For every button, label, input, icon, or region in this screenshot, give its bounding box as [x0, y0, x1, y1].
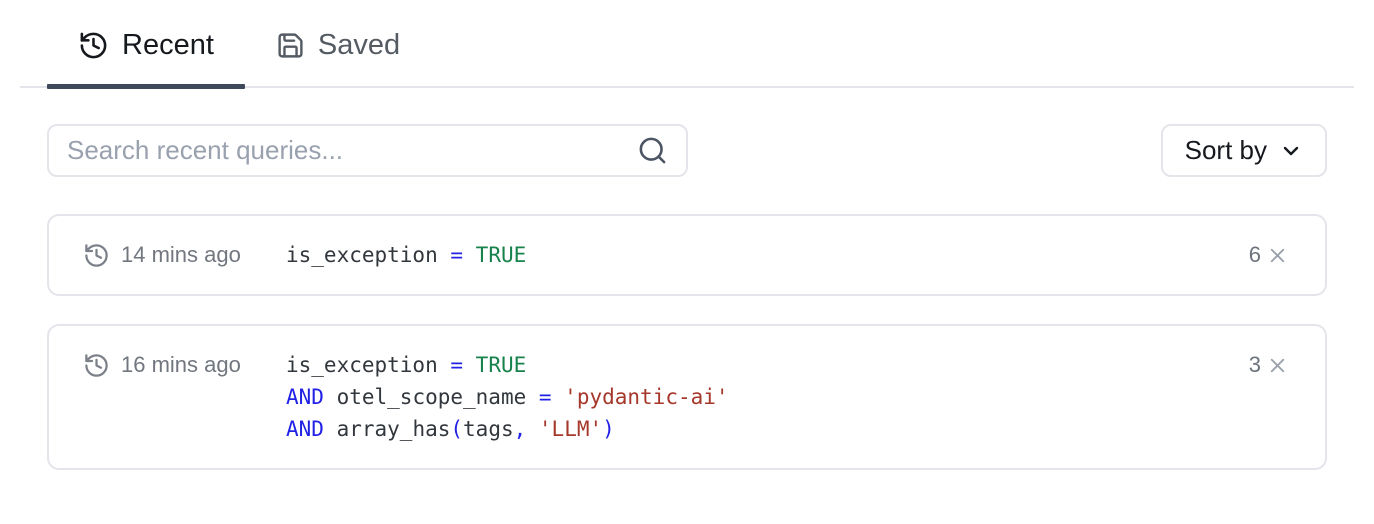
search-box — [47, 124, 688, 177]
run-count-badge: 6 — [1229, 239, 1289, 271]
tab-bar: Recent Saved — [20, 0, 1354, 88]
recent-queries-panel: Recent Saved Sort by — [0, 0, 1374, 470]
sort-by-button[interactable]: Sort by — [1161, 124, 1327, 177]
sort-by-label: Sort by — [1185, 135, 1267, 166]
save-icon — [276, 31, 305, 60]
search-icon — [637, 135, 668, 166]
tab-saved[interactable]: Saved — [245, 0, 431, 86]
query-code: is_exception = TRUEAND otel_scope_name =… — [286, 349, 1229, 445]
history-icon — [83, 352, 110, 379]
search-input[interactable] — [67, 135, 625, 166]
query-time: 14 mins ago — [121, 242, 241, 268]
tab-recent[interactable]: Recent — [47, 0, 245, 86]
query-time: 16 mins ago — [121, 352, 241, 378]
tab-recent-label: Recent — [122, 29, 214, 62]
tab-saved-label: Saved — [318, 29, 400, 62]
query-meta: 14 mins ago — [83, 239, 286, 271]
run-count: 3 — [1249, 352, 1261, 378]
times-icon — [1266, 354, 1289, 377]
history-icon — [78, 30, 109, 61]
times-icon — [1266, 244, 1289, 267]
query-code: is_exception = TRUE — [286, 239, 1229, 271]
recent-query-card[interactable]: 14 mins ago is_exception = TRUE 6 — [47, 214, 1327, 296]
run-count-badge: 3 — [1229, 349, 1289, 381]
history-icon — [83, 242, 110, 269]
chevron-down-icon — [1279, 139, 1303, 163]
toolbar: Sort by — [47, 124, 1327, 177]
query-meta: 16 mins ago — [83, 349, 286, 381]
run-count: 6 — [1249, 242, 1261, 268]
recent-query-card[interactable]: 16 mins ago is_exception = TRUEAND otel_… — [47, 324, 1327, 470]
